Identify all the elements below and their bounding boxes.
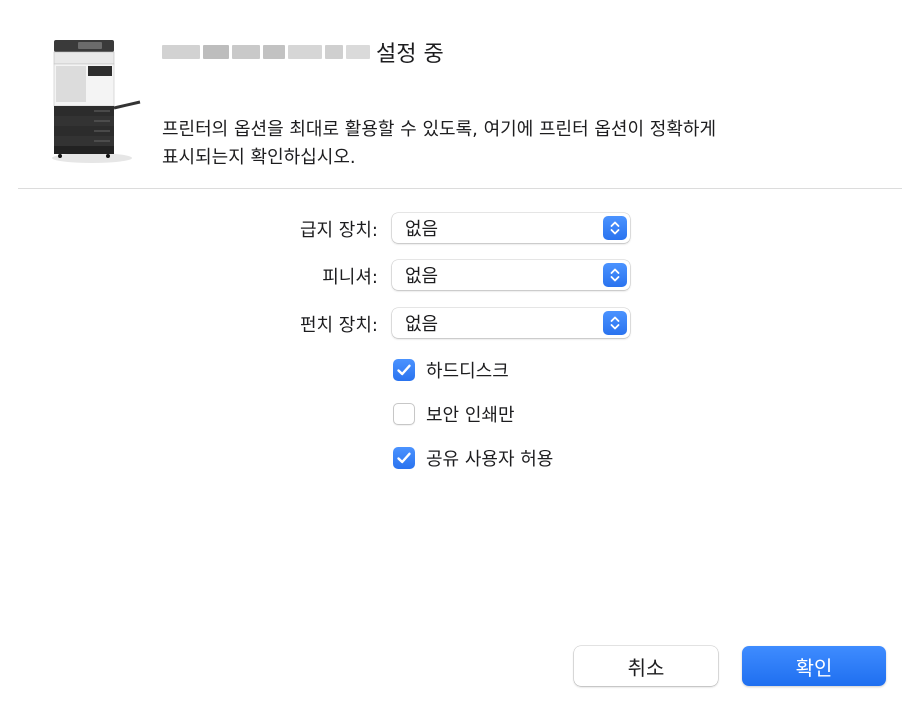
cancel-button[interactable]: 취소 — [574, 646, 718, 686]
up-down-chevron-icon — [603, 311, 627, 335]
paper-feeder-select[interactable]: 없음 — [392, 213, 630, 243]
paper-feeder-row: 급지 장치: 없음 — [0, 213, 918, 245]
finisher-select[interactable]: 없음 — [392, 260, 630, 290]
punch-value: 없음 — [405, 314, 439, 335]
punch-label: 펀치 장치: — [299, 315, 378, 336]
hard-disk-checkbox[interactable] — [393, 359, 415, 381]
hard-disk-label: 하드디스크 — [426, 361, 509, 382]
up-down-chevron-icon — [603, 263, 627, 287]
punch-select[interactable]: 없음 — [392, 308, 630, 338]
divider — [18, 188, 902, 189]
blurred-printer-name — [162, 45, 370, 59]
up-down-chevron-icon — [603, 216, 627, 240]
paper-feeder-label: 급지 장치: — [299, 220, 378, 241]
dialog-title: 설정 중 — [162, 36, 444, 68]
paper-feeder-value: 없음 — [405, 219, 439, 240]
finisher-row: 피니셔: 없음 — [0, 260, 918, 292]
printer-icon — [52, 40, 141, 163]
description-line-2: 표시되는지 확인하십시오. — [162, 147, 356, 168]
shared-user-label: 공유 사용자 허용 — [426, 449, 554, 470]
checkmark-icon — [397, 364, 411, 376]
shared-user-checkbox[interactable] — [393, 447, 415, 469]
checkmark-icon — [397, 452, 411, 464]
punch-row: 펀치 장치: 없음 — [0, 308, 918, 340]
hard-disk-checkbox-row[interactable]: 하드디스크 — [393, 356, 509, 384]
title-text: 설정 중 — [376, 42, 444, 67]
secure-print-checkbox-row[interactable]: 보안 인쇄만 — [393, 400, 515, 428]
description-line-1: 프린터의 옵션을 최대로 활용할 수 있도록, 여기에 프린터 옵션이 정확하게 — [162, 119, 717, 140]
shared-user-checkbox-row[interactable]: 공유 사용자 허용 — [393, 444, 553, 472]
secure-print-label: 보안 인쇄만 — [426, 405, 515, 426]
finisher-label: 피니셔: — [322, 267, 378, 288]
ok-button[interactable]: 확인 — [742, 646, 886, 686]
secure-print-checkbox[interactable] — [393, 403, 415, 425]
finisher-value: 없음 — [405, 266, 439, 287]
description: 프린터의 옵션을 최대로 활용할 수 있도록, 여기에 프린터 옵션이 정확하게… — [162, 116, 862, 172]
